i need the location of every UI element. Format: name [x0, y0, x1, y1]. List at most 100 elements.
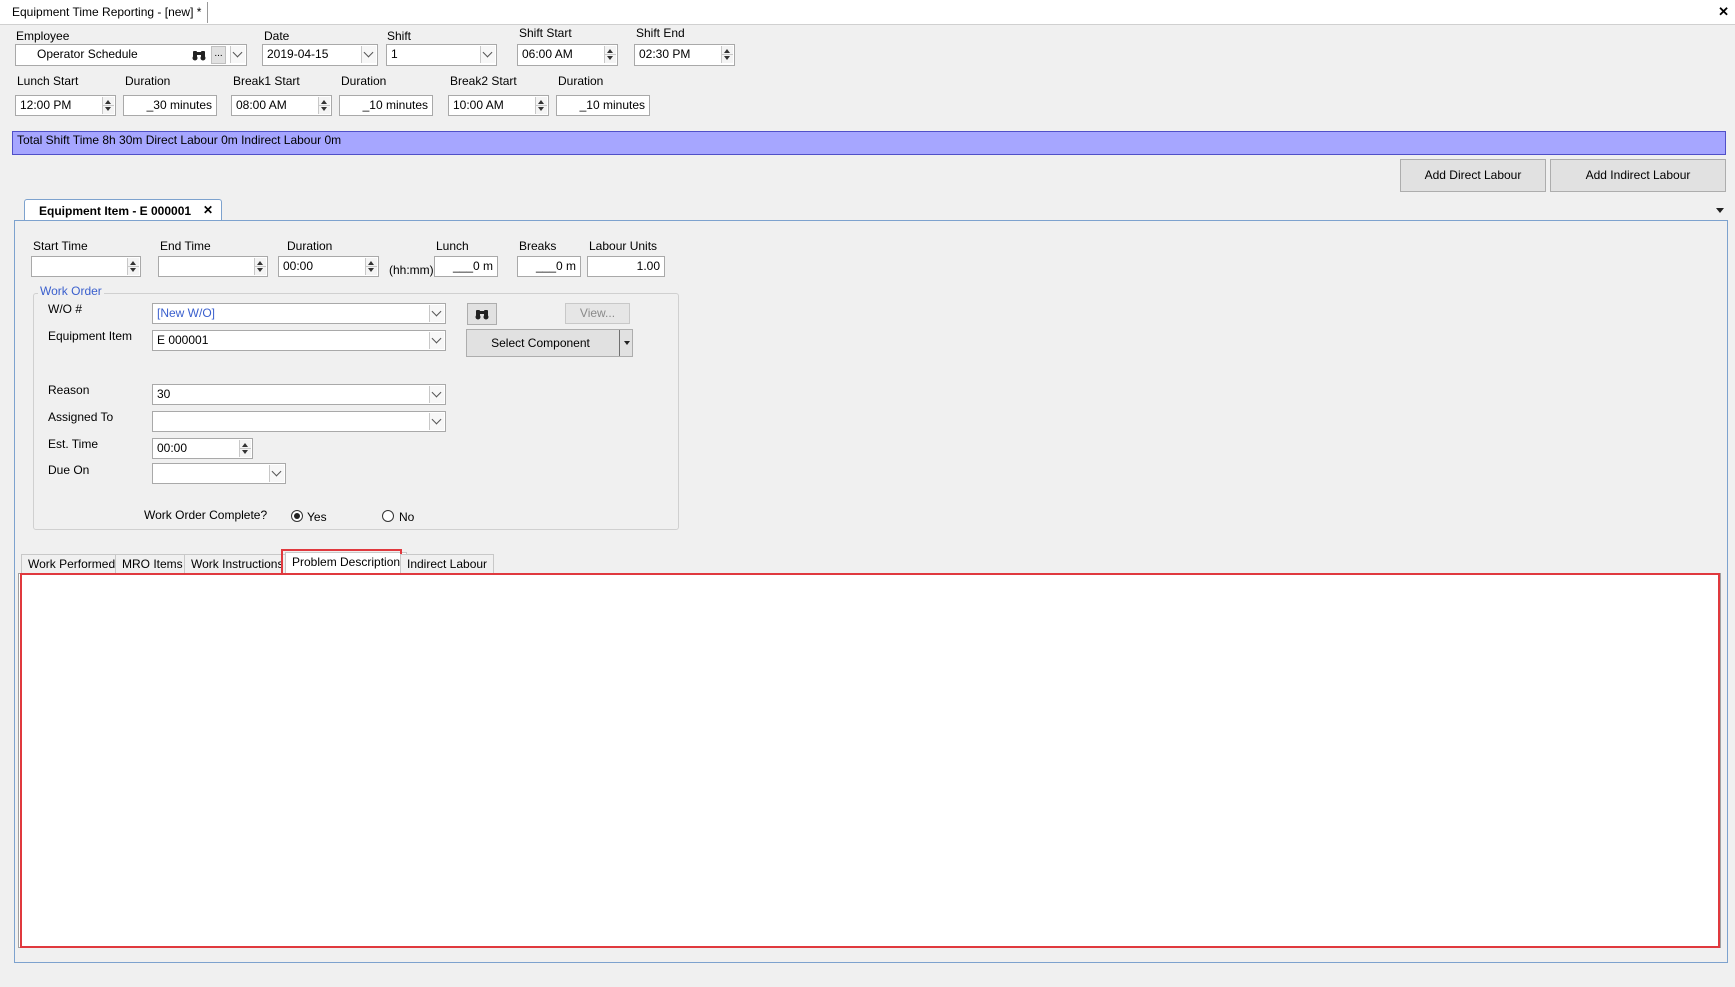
- spinner-icon[interactable]: [127, 258, 139, 275]
- lunch-duration-label: Duration: [125, 74, 171, 88]
- assigned-to-select[interactable]: [152, 411, 446, 432]
- add-indirect-labour-button[interactable]: Add Indirect Labour: [1550, 159, 1726, 192]
- chevron-down-icon[interactable]: [480, 46, 495, 63]
- employee-field[interactable]: Operator Schedule ...: [15, 44, 247, 66]
- break2-start-field[interactable]: 10:00 AM: [448, 95, 549, 116]
- wo-complete-no-label[interactable]: No: [399, 510, 414, 524]
- tab-indirect-labour[interactable]: Indirect Labour: [400, 554, 495, 573]
- assigned-to-label: Assigned To: [48, 410, 114, 424]
- wo-search-button[interactable]: [467, 303, 497, 325]
- wo-complete-yes-label[interactable]: Yes: [307, 510, 327, 524]
- select-component-button[interactable]: Select Component: [466, 329, 633, 357]
- chevron-down-icon[interactable]: [429, 413, 444, 430]
- break1-duration-value: _10 minutes: [362, 98, 428, 112]
- lunch-label: Lunch: [436, 239, 469, 253]
- window-tab[interactable]: Equipment Time Reporting - [new] *: [6, 2, 209, 23]
- est-time-value: 00:00: [157, 441, 188, 455]
- shift-label: Shift: [387, 29, 412, 43]
- window-close-icon[interactable]: ✕: [1718, 4, 1729, 20]
- lunch-start-value: 12:00 PM: [20, 98, 72, 112]
- break2-start-label: Break2 Start: [450, 74, 517, 88]
- wo-number-select[interactable]: [New W/O]: [152, 303, 446, 324]
- tab-mro-items[interactable]: MRO Items: [115, 554, 190, 573]
- content-highlight-box: [20, 573, 1720, 948]
- breaks-field[interactable]: ___0 m: [517, 256, 581, 277]
- break2-duration-value: _10 minutes: [579, 98, 645, 112]
- lunch-duration-field[interactable]: _30 minutes: [123, 95, 217, 116]
- add-direct-labour-button[interactable]: Add Direct Labour: [1400, 159, 1546, 192]
- chevron-down-icon[interactable]: [429, 386, 444, 403]
- spinner-icon[interactable]: [604, 46, 616, 63]
- lunch-start-field[interactable]: 12:00 PM: [15, 95, 116, 116]
- date-value: 2019-04-15: [267, 47, 329, 61]
- est-time-label: Est. Time: [48, 437, 99, 451]
- spinner-icon[interactable]: [318, 97, 330, 114]
- wo-complete-label: Work Order Complete?: [144, 508, 268, 522]
- spinner-icon[interactable]: [721, 46, 733, 63]
- labour-units-field[interactable]: 1.00: [587, 256, 665, 277]
- shift-start-value: 06:00 AM: [522, 47, 573, 61]
- chevron-down-icon[interactable]: [429, 332, 444, 349]
- shift-select[interactable]: 1: [386, 44, 497, 66]
- select-component-label: Select Component: [491, 336, 590, 350]
- duration-value: 00:00: [283, 259, 314, 273]
- wo-complete-no-radio[interactable]: [382, 510, 394, 522]
- shift-start-field[interactable]: 06:00 AM: [517, 44, 618, 66]
- spinner-icon[interactable]: [535, 97, 547, 114]
- break2-start-value: 10:00 AM: [453, 98, 504, 112]
- active-tab-highlight: [281, 549, 402, 576]
- date-picker[interactable]: 2019-04-15: [262, 44, 378, 66]
- duration-label: Duration: [287, 239, 333, 253]
- equipment-item-value: E 000001: [157, 333, 209, 347]
- binoculars-icon[interactable]: [192, 49, 206, 63]
- start-time-label: Start Time: [33, 239, 88, 253]
- labour-units-value: 1.00: [636, 259, 660, 273]
- view-button[interactable]: View...: [565, 303, 630, 324]
- equipment-item-select[interactable]: E 000001: [152, 330, 446, 351]
- break1-start-label: Break1 Start: [233, 74, 300, 88]
- duration-field[interactable]: 00:00: [278, 256, 379, 277]
- chevron-down-icon[interactable]: [269, 465, 284, 482]
- shift-summary-bar: Total Shift Time 8h 30m Direct Labour 0m…: [12, 131, 1726, 155]
- labour-units-label: Labour Units: [589, 239, 658, 253]
- end-time-field[interactable]: [158, 256, 268, 277]
- lunch-field[interactable]: ___0 m: [434, 256, 498, 277]
- break1-duration-field[interactable]: _10 minutes: [339, 95, 433, 116]
- wo-number-value: [New W/O]: [157, 306, 216, 320]
- date-label: Date: [264, 29, 290, 43]
- spinner-icon[interactable]: [239, 440, 251, 457]
- shift-summary-text: Total Shift Time 8h 30m Direct Labour 0m…: [17, 133, 342, 147]
- doc-tab-title: Equipment Item - E 000001: [39, 204, 192, 218]
- doc-tab-close-icon[interactable]: ✕: [203, 203, 213, 217]
- spinner-icon[interactable]: [365, 258, 377, 275]
- start-time-field[interactable]: [31, 256, 141, 277]
- tab-work-performed[interactable]: Work Performed: [21, 554, 123, 573]
- employee-browse-button[interactable]: ...: [211, 46, 226, 64]
- break1-start-field[interactable]: 08:00 AM: [231, 95, 332, 116]
- wo-complete-yes-radio[interactable]: [291, 510, 303, 522]
- spinner-icon[interactable]: [254, 258, 266, 275]
- wo-number-label: W/O #: [48, 302, 83, 316]
- est-time-field[interactable]: 00:00: [152, 438, 253, 459]
- window-titlebar: [0, 0, 1735, 25]
- doc-tab[interactable]: Equipment Item - E 000001 ✕: [24, 199, 222, 221]
- shift-end-label: Shift End: [636, 26, 685, 40]
- split-button-divider: [619, 330, 620, 356]
- shift-end-field[interactable]: 02:30 PM: [634, 44, 735, 66]
- chevron-down-icon[interactable]: [429, 305, 444, 322]
- break1-duration-label: Duration: [341, 74, 387, 88]
- spinner-icon[interactable]: [102, 97, 114, 114]
- due-on-picker[interactable]: [152, 463, 286, 484]
- breaks-label: Breaks: [519, 239, 557, 253]
- tab-work-instructions[interactable]: Work Instructions: [184, 554, 291, 573]
- break1-start-value: 08:00 AM: [236, 98, 287, 112]
- break2-duration-label: Duration: [558, 74, 604, 88]
- break2-duration-field[interactable]: _10 minutes: [556, 95, 650, 116]
- chevron-down-icon[interactable]: [361, 46, 376, 63]
- chevron-down-icon[interactable]: [230, 46, 245, 63]
- tab-list-dropdown-icon[interactable]: [1716, 208, 1724, 213]
- due-on-label: Due On: [48, 463, 90, 477]
- chevron-down-icon[interactable]: [624, 341, 630, 345]
- equipment-item-label: Equipment Item: [48, 329, 133, 343]
- reason-select[interactable]: 30: [152, 384, 446, 405]
